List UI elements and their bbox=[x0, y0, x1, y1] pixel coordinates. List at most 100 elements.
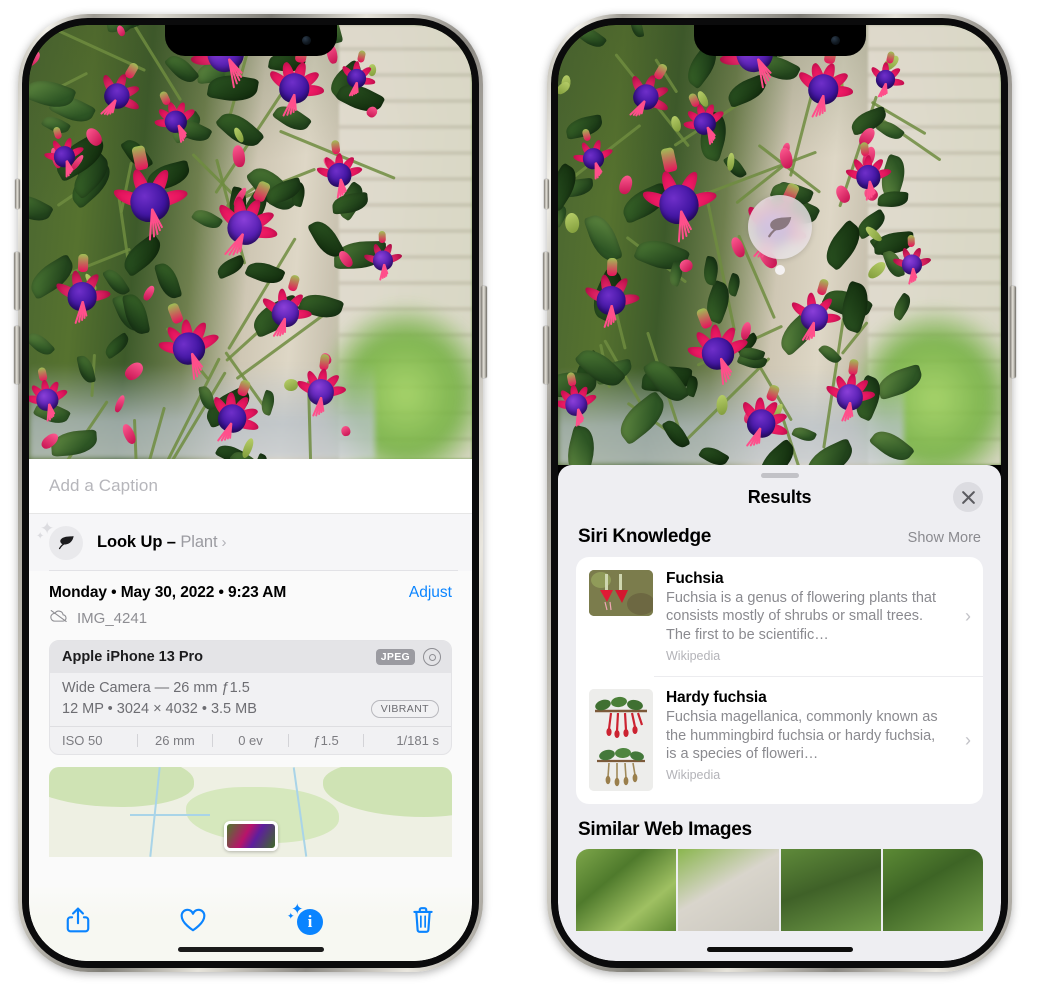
aperture-icon bbox=[423, 648, 441, 666]
front-camera-right bbox=[830, 36, 840, 45]
phone-screen-area-left: Add a Caption ✦ ✦ Look Up – Plant › Mond… bbox=[29, 25, 472, 961]
web-image-thumbnail[interactable] bbox=[780, 849, 881, 932]
exif-card: Apple iPhone 13 Pro JPEG Wide Camera — 2… bbox=[49, 640, 452, 755]
chevron-right-icon: › bbox=[965, 606, 971, 627]
fuchsia-blossom bbox=[819, 358, 881, 425]
info-icon[interactable]: ✦ ✦ i bbox=[287, 899, 329, 941]
result-body: Hardy fuchsia Fuchsia magellanica, commo… bbox=[666, 689, 950, 782]
power-button-left[interactable] bbox=[481, 286, 487, 378]
exif-device: Apple iPhone 13 Pro bbox=[62, 649, 203, 665]
chevron-right-icon: › bbox=[965, 729, 971, 750]
siri-knowledge-header: Siri Knowledge Show More bbox=[558, 522, 1001, 557]
phone-left: Add a Caption ✦ ✦ Look Up – Plant › Mond… bbox=[14, 14, 487, 972]
screen-right: Results Siri Knowledge Show More Fuchsia… bbox=[558, 25, 1001, 961]
show-more-button[interactable]: Show More bbox=[908, 530, 981, 546]
silent-switch-left[interactable] bbox=[15, 179, 20, 209]
map-photo-pin bbox=[223, 821, 278, 851]
siri-knowledge-card-group: Fuchsia Fuchsia is a genus of flowering … bbox=[576, 557, 983, 805]
volume-up-button-left[interactable] bbox=[14, 252, 20, 310]
similar-web-images-header: Similar Web Images bbox=[558, 804, 1001, 849]
fuchsia-blossom bbox=[785, 44, 862, 125]
phone-right: Results Siri Knowledge Show More Fuchsia… bbox=[543, 14, 1016, 972]
photo-info-panel: Add a Caption ✦ ✦ Look Up – Plant › Mond… bbox=[29, 459, 472, 961]
front-camera-left bbox=[301, 36, 311, 45]
result-body: Fuchsia Fuchsia is a genus of flowering … bbox=[666, 570, 950, 663]
screen-left: Add a Caption ✦ ✦ Look Up – Plant › Mond… bbox=[29, 25, 472, 961]
result-title: Fuchsia bbox=[666, 570, 724, 587]
photo-filename: IMG_4241 bbox=[77, 610, 148, 627]
volume-up-button-right[interactable] bbox=[543, 252, 549, 310]
result-description: Fuchsia magellanica, commonly known as t… bbox=[666, 709, 938, 763]
sparkle-small-icon: ✦ bbox=[36, 530, 45, 542]
fuchsia-blossom bbox=[861, 50, 911, 103]
notch-right bbox=[693, 25, 866, 56]
power-button-right[interactable] bbox=[1010, 286, 1016, 378]
photo-location-map[interactable] bbox=[49, 767, 452, 857]
close-icon[interactable] bbox=[953, 482, 983, 512]
cloud-slash-icon bbox=[49, 609, 68, 628]
fuchsia-blossom bbox=[290, 353, 352, 420]
results-sheet: Results Siri Knowledge Show More Fuchsia… bbox=[558, 465, 1001, 961]
similar-web-images-title: Similar Web Images bbox=[578, 819, 752, 841]
notch-left bbox=[164, 25, 337, 56]
result-source: Wikipedia bbox=[666, 768, 721, 783]
exif-size: 12 MP • 3024 × 4032 • 3.5 MB bbox=[62, 701, 257, 717]
caption-placeholder: Add a Caption bbox=[49, 476, 159, 495]
volume-down-button-right[interactable] bbox=[543, 326, 549, 384]
exif-settings-row: ISO 50 26 mm 0 ev ƒ1.5 1/181 s bbox=[50, 726, 451, 754]
screenshot-stage: Add a Caption ✦ ✦ Look Up – Plant › Mond… bbox=[0, 0, 1055, 985]
photo-date: Monday • May 30, 2022 • 9:23 AM bbox=[49, 584, 287, 601]
list-item[interactable]: Fuchsia Fuchsia is a genus of flowering … bbox=[576, 557, 983, 676]
siri-knowledge-title: Siri Knowledge bbox=[578, 526, 712, 547]
web-image-thumbnail[interactable] bbox=[576, 849, 677, 932]
result-thumbnail bbox=[589, 689, 653, 792]
result-source: Wikipedia bbox=[666, 649, 721, 664]
exif-setting: ISO 50 bbox=[62, 733, 103, 748]
exif-setting: 1/181 s bbox=[396, 733, 439, 748]
fuchsia-blossom bbox=[310, 139, 368, 202]
look-up-subject: Plant bbox=[180, 533, 218, 551]
home-indicator-right[interactable] bbox=[706, 947, 853, 952]
fuchsia-blossom bbox=[361, 231, 407, 283]
web-image-thumbnail[interactable] bbox=[678, 849, 779, 932]
look-up-title: Look Up bbox=[97, 533, 163, 551]
share-icon[interactable] bbox=[57, 899, 99, 941]
home-indicator-left[interactable] bbox=[177, 947, 324, 952]
exif-header: Apple iPhone 13 Pro JPEG bbox=[50, 641, 451, 673]
fuchsia-blossom bbox=[99, 144, 199, 249]
trash-icon[interactable] bbox=[402, 899, 444, 941]
caption-field-row[interactable]: Add a Caption bbox=[29, 459, 472, 514]
look-up-dash: – bbox=[162, 533, 181, 551]
exif-lens: Wide Camera — 26 mm ƒ1.5 bbox=[62, 680, 250, 696]
format-badge: JPEG bbox=[375, 649, 415, 665]
fuchsia-blossom bbox=[256, 43, 333, 124]
volume-down-button-left[interactable] bbox=[14, 326, 20, 384]
chevron-right-icon: › bbox=[221, 534, 227, 551]
result-title: Hardy fuchsia bbox=[666, 689, 767, 707]
result-thumbnail bbox=[589, 570, 653, 616]
similar-web-images-strip bbox=[576, 849, 983, 932]
photo-metadata: Monday • May 30, 2022 • 9:23 AM Adjust I… bbox=[29, 571, 472, 628]
fuchsia-blossom bbox=[50, 254, 114, 326]
look-up-row[interactable]: ✦ ✦ Look Up – Plant › bbox=[29, 514, 472, 571]
flower-bud-green bbox=[715, 394, 728, 416]
sparkle-small-icon: ✦ bbox=[287, 911, 295, 921]
badge-anchor-dot bbox=[774, 265, 785, 275]
leaf-icon: ✦ ✦ bbox=[36, 520, 83, 560]
exif-setting: ƒ1.5 bbox=[313, 733, 339, 748]
sheet-title: Results bbox=[747, 487, 812, 507]
photo-viewer-left[interactable] bbox=[29, 25, 472, 459]
visual-look-up-badge[interactable] bbox=[747, 195, 812, 275]
fuchsia-blossom bbox=[628, 147, 728, 251]
info-glyph: i bbox=[297, 909, 323, 935]
look-up-label: Look Up – Plant bbox=[97, 533, 218, 552]
heart-icon[interactable] bbox=[172, 899, 214, 941]
fuchsia-blossom bbox=[332, 50, 382, 102]
silent-switch-right[interactable] bbox=[544, 179, 549, 209]
web-image-thumbnail[interactable] bbox=[882, 849, 983, 932]
list-item[interactable]: Hardy fuchsia Fuchsia magellanica, commo… bbox=[576, 676, 983, 804]
photographic-style-badge: VIBRANT bbox=[370, 700, 439, 718]
exif-setting: 26 mm bbox=[155, 733, 195, 748]
adjust-button[interactable]: Adjust bbox=[409, 584, 452, 602]
exif-body: Wide Camera — 26 mm ƒ1.5 12 MP • 3024 × … bbox=[50, 673, 451, 726]
